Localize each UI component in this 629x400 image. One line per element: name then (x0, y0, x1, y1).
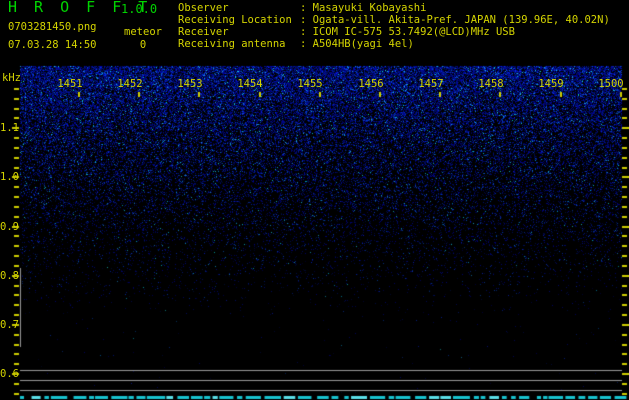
info-label: Observer (178, 2, 229, 14)
meteor-count: 0 (139, 39, 147, 51)
spectrogram-canvas (0, 0, 629, 400)
y-axis-unit-label: kHz (2, 72, 21, 84)
info-value: Ogata-vill. Akita-Pref. JAPAN (139.96E, … (312, 14, 610, 26)
info-separator: : (300, 14, 313, 26)
x-tick-label: 1451 (57, 78, 83, 90)
info-row-antenna: Receiving antenna: A504HB(yagi 4el) (178, 38, 414, 50)
x-tick-label: 1454 (237, 78, 263, 90)
x-tick-label: 1500 (598, 78, 624, 90)
capture-timestamp: 07.03.28 14:50 (8, 39, 97, 51)
info-label: Receiver (178, 26, 229, 38)
app-version: 1.0.0 (121, 2, 158, 16)
output-filename: 0703281450.png (8, 21, 97, 33)
info-label: Receiving Location (178, 14, 292, 26)
info-label: Receiving antenna (178, 38, 286, 50)
info-value: A504HB(yagi 4el) (312, 38, 414, 50)
info-separator: : (300, 38, 313, 50)
info-value: ICOM IC-575 53.7492(@LCD)MHz USB (312, 26, 515, 38)
hrofft-output-image: H R O F F T 1.0.0 0703281450.png meteor … (0, 0, 629, 400)
y-tick-label: 0.7 (0, 319, 19, 331)
y-tick-label: 0.6 (0, 368, 19, 380)
info-value: Masayuki Kobayashi (312, 2, 427, 14)
x-tick-label: 1457 (418, 78, 444, 90)
y-tick-label: 0.9 (0, 221, 19, 233)
x-tick-label: 1455 (297, 78, 323, 90)
x-tick-label: 1453 (177, 78, 203, 90)
meteor-label: meteor (124, 26, 162, 38)
info-separator: : (300, 26, 313, 38)
info-row-observer: Observer: Masayuki Kobayashi (178, 2, 426, 14)
x-tick-label: 1458 (478, 78, 504, 90)
info-row-location: Receiving Location: Ogata-vill. Akita-Pr… (178, 14, 610, 26)
x-tick-label: 1459 (538, 78, 564, 90)
info-separator: : (300, 2, 313, 14)
y-tick-label: 1.0 (0, 171, 19, 183)
y-tick-label: 0.8 (0, 270, 19, 282)
y-tick-label: 1.1 (0, 122, 19, 134)
x-tick-label: 1452 (117, 78, 143, 90)
x-tick-label: 1456 (358, 78, 384, 90)
info-row-receiver: Receiver: ICOM IC-575 53.7492(@LCD)MHz U… (178, 26, 515, 38)
